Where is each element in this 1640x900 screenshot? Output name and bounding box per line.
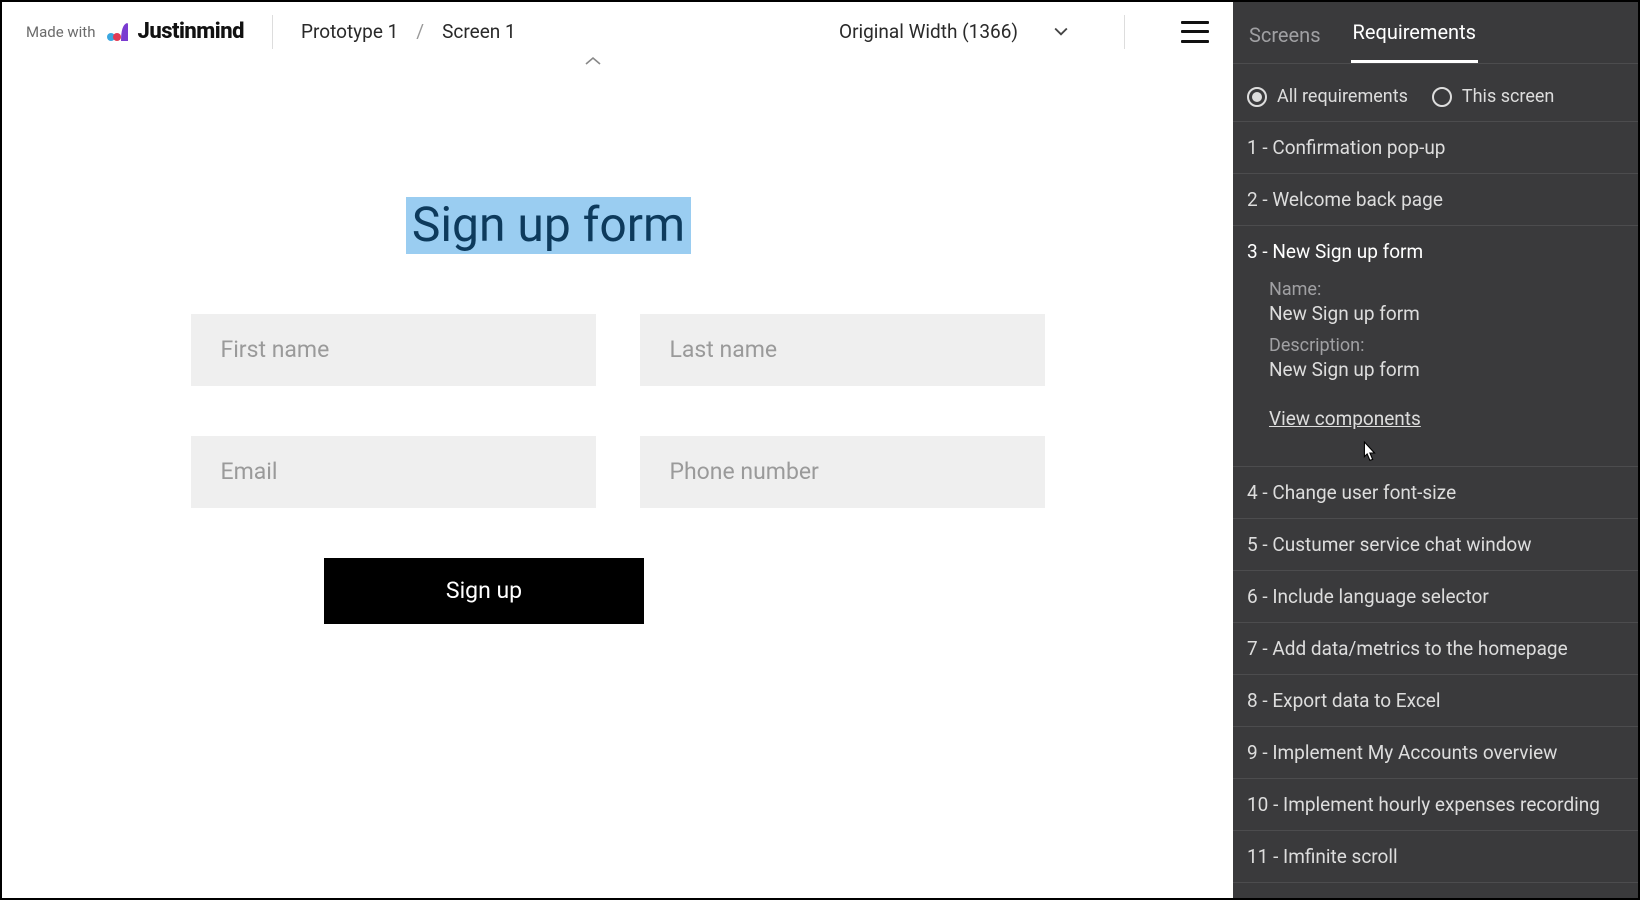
last-name-field[interactable] bbox=[640, 314, 1045, 386]
requirement-item[interactable]: 9 - Implement My Accounts overview bbox=[1233, 727, 1638, 779]
signup-button[interactable]: Sign up bbox=[324, 558, 644, 624]
tab-requirements[interactable]: Requirements bbox=[1351, 4, 1478, 63]
divider bbox=[272, 15, 273, 49]
radio-icon bbox=[1247, 87, 1267, 107]
panel-tabs: Screens Requirements bbox=[1233, 2, 1638, 64]
prototype-canvas: Sign up form Sign up bbox=[2, 62, 1233, 898]
breadcrumb-sep: / bbox=[416, 20, 424, 43]
detail-description-label: Description: bbox=[1269, 335, 1610, 356]
requirement-item-selected[interactable]: 3 - New Sign up form Name: New Sign up f… bbox=[1233, 226, 1638, 467]
requirement-item[interactable]: 5 - Custumer service chat window bbox=[1233, 519, 1638, 571]
requirement-item[interactable]: 11 - Imfinite scroll bbox=[1233, 831, 1638, 883]
requirement-item[interactable]: 6 - Include language selector bbox=[1233, 571, 1638, 623]
first-name-field[interactable] bbox=[191, 314, 596, 386]
detail-name-label: Name: bbox=[1269, 279, 1610, 300]
justinmind-logo: Justinmind bbox=[105, 19, 244, 45]
breadcrumb-screen[interactable]: Screen 1 bbox=[442, 20, 516, 43]
radio-all-requirements[interactable]: All requirements bbox=[1247, 86, 1408, 107]
hamburger-menu[interactable] bbox=[1181, 21, 1209, 43]
radio-icon bbox=[1432, 87, 1452, 107]
radio-this-screen[interactable]: This screen bbox=[1432, 86, 1554, 107]
radio-label: This screen bbox=[1462, 86, 1554, 107]
panel-filters: All requirements This screen bbox=[1233, 64, 1638, 122]
made-with-brand[interactable]: Made with Justinmind bbox=[26, 19, 244, 45]
requirement-item[interactable]: 7 - Add data/metrics to the homepage bbox=[1233, 623, 1638, 675]
signup-form bbox=[191, 314, 1045, 508]
width-selector-label: Original Width (1366) bbox=[839, 20, 1018, 43]
collapse-topbar-button[interactable] bbox=[584, 52, 602, 71]
main-area: Made with Justinmind Prototype 1 / bbox=[2, 2, 1233, 898]
email-field[interactable] bbox=[191, 436, 596, 508]
breadcrumb: Prototype 1 / Screen 1 bbox=[301, 20, 516, 43]
breadcrumb-prototype[interactable]: Prototype 1 bbox=[301, 20, 398, 43]
tab-screens[interactable]: Screens bbox=[1247, 7, 1323, 63]
requirement-item[interactable]: 4 - Change user font-size bbox=[1233, 467, 1638, 519]
page-title[interactable]: Sign up form bbox=[406, 197, 691, 254]
view-components-link[interactable]: View components bbox=[1269, 407, 1421, 430]
width-selector[interactable]: Original Width (1366) bbox=[839, 20, 1068, 43]
logo-icon bbox=[105, 19, 131, 45]
requirements-list: 1 - Confirmation pop-up 2 - Welcome back… bbox=[1233, 122, 1638, 898]
brand-text: Justinmind bbox=[137, 19, 244, 44]
requirement-details: Name: New Sign up form Description: New … bbox=[1247, 263, 1624, 452]
requirements-panel: Screens Requirements All requirements Th… bbox=[1233, 2, 1638, 898]
divider bbox=[1124, 15, 1125, 49]
topbar: Made with Justinmind Prototype 1 / bbox=[2, 2, 1233, 62]
phone-field[interactable] bbox=[640, 436, 1045, 508]
made-with-label: Made with bbox=[26, 23, 95, 41]
requirement-item[interactable]: 8 - Export data to Excel bbox=[1233, 675, 1638, 727]
chevron-down-icon bbox=[1054, 25, 1068, 39]
radio-label: All requirements bbox=[1277, 86, 1408, 107]
requirement-item[interactable]: 1 - Confirmation pop-up bbox=[1233, 122, 1638, 174]
detail-description-value: New Sign up form bbox=[1269, 358, 1610, 381]
requirement-item-label: 3 - New Sign up form bbox=[1247, 240, 1423, 263]
detail-name-value: New Sign up form bbox=[1269, 302, 1610, 325]
requirement-item[interactable]: 2 - Welcome back page bbox=[1233, 174, 1638, 226]
requirement-item[interactable]: 10 - Implement hourly expenses recording bbox=[1233, 779, 1638, 831]
